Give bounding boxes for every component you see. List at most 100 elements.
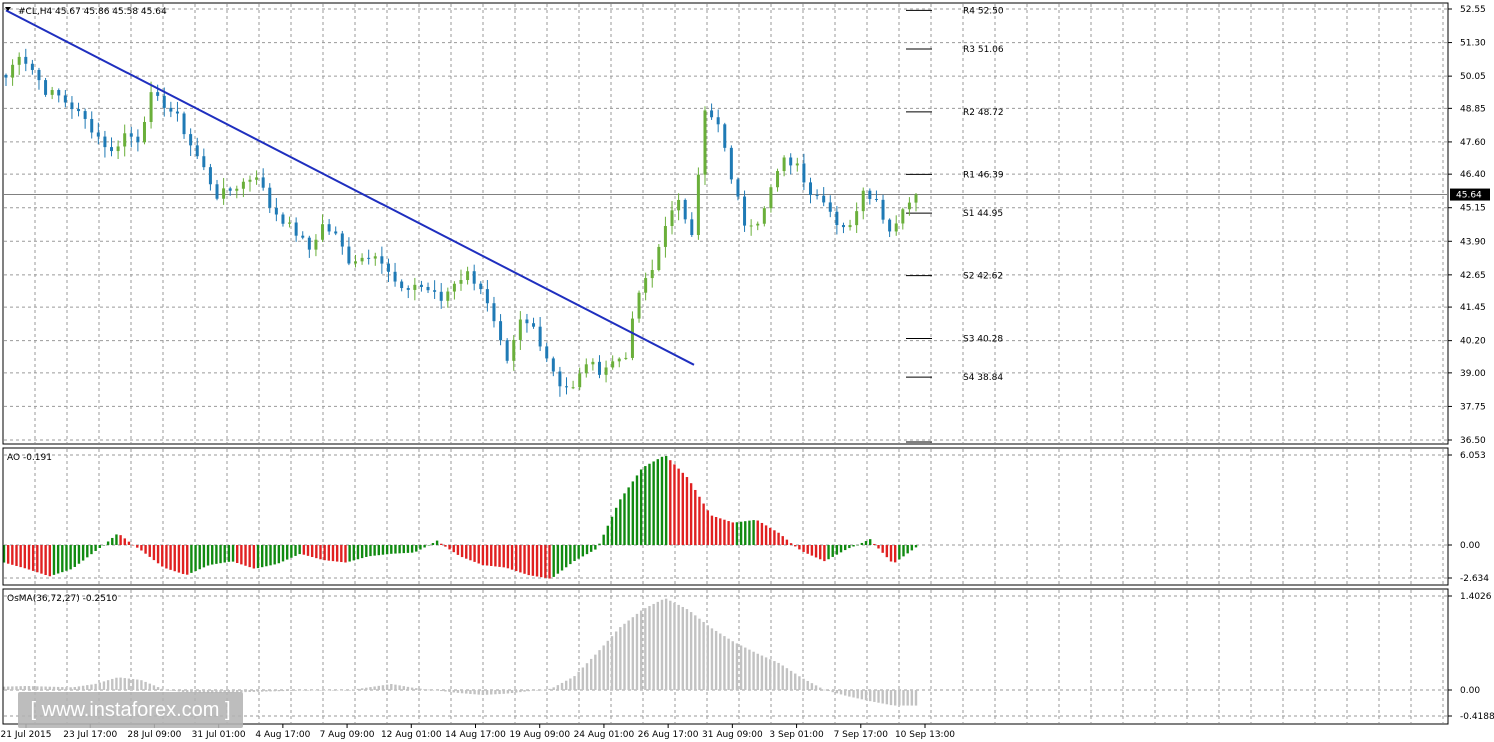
candle-body	[50, 90, 54, 95]
ao-bar	[852, 545, 855, 547]
osma-bar	[731, 641, 734, 690]
candle-body	[808, 182, 812, 196]
candle-body	[782, 157, 786, 172]
osma-bar	[290, 690, 293, 691]
candle-body	[142, 121, 146, 143]
candle-body	[288, 222, 292, 224]
osma-bar	[244, 690, 247, 693]
osma-bar	[90, 684, 93, 690]
ao-bar	[706, 510, 709, 545]
ao-bar	[685, 477, 689, 545]
panel-frames	[2, 2, 1449, 725]
ao-bar	[73, 545, 76, 567]
osma-bar	[169, 690, 172, 691]
pivot-levels: R4 52.50 R3 51.06 R2 48.72 R1 46.39 S1 44.95…	[906, 6, 1004, 443]
osma-bar	[19, 686, 22, 690]
ao-bar	[835, 545, 839, 555]
candle-body	[274, 207, 278, 215]
osma-bar	[893, 690, 897, 706]
candle-body	[795, 163, 799, 166]
osma-bar	[848, 690, 851, 697]
candle-body	[268, 187, 272, 208]
ao-bar	[119, 535, 122, 545]
candle-body	[446, 291, 450, 301]
ao-bar	[910, 545, 914, 551]
candle-body	[729, 147, 733, 180]
ao-bar	[744, 521, 747, 545]
ao-bar	[248, 545, 251, 568]
candle-body	[439, 291, 443, 301]
candle-body	[459, 280, 463, 284]
ao-bar	[306, 545, 310, 556]
ao-bar	[373, 545, 376, 556]
ao-bar	[794, 545, 797, 547]
candle-body	[228, 188, 232, 191]
candle-body	[419, 284, 423, 287]
osma-bar	[473, 690, 476, 695]
candle-body	[433, 290, 437, 292]
osma-bar	[406, 686, 410, 690]
osma-tick-label: 1.4026	[1460, 592, 1492, 602]
ao-bar	[56, 545, 60, 574]
osma-bar	[306, 690, 310, 691]
candle-body	[116, 146, 120, 152]
ao-bar	[677, 468, 680, 545]
price-label: 40.20	[1460, 337, 1486, 347]
ao-bar	[61, 545, 64, 573]
candle-body	[881, 199, 885, 220]
ao-bar	[415, 545, 418, 552]
osma-bar	[248, 690, 251, 693]
time-label: 23 Jul 17:00	[63, 730, 117, 740]
candle-body	[683, 199, 687, 220]
osma-bar	[502, 690, 505, 694]
ao-bar	[610, 516, 614, 545]
time-label: 31 Jul 01:00	[192, 730, 246, 740]
candle-body	[624, 357, 628, 359]
candle-body	[756, 223, 760, 226]
time-label: 10 Sep 13:00	[895, 730, 955, 740]
candle-body	[901, 209, 905, 224]
candle-body	[321, 224, 325, 240]
ao-bar	[769, 527, 772, 545]
ao-bar	[31, 545, 35, 571]
osma-bar	[310, 690, 314, 691]
osma-bar	[277, 690, 281, 692]
ao-bar	[652, 461, 655, 545]
osma-bar	[706, 625, 709, 690]
ao-bar	[660, 456, 664, 545]
ao-bar	[702, 503, 705, 545]
ao-bar	[773, 530, 776, 545]
pivot-label: S1 44.95	[963, 209, 1003, 219]
ao-bar	[219, 545, 222, 564]
time-label: 7 Aug 09:00	[320, 730, 375, 740]
candle-body	[169, 107, 173, 112]
candle-body	[57, 90, 61, 96]
panel-frame-2	[2, 447, 1449, 586]
candle-body	[657, 246, 661, 271]
ao-bar	[544, 545, 547, 578]
osma-bar	[515, 690, 518, 693]
ao-tick-label: 0.00	[1460, 541, 1480, 551]
ao-bar	[494, 545, 497, 567]
candle-body	[353, 261, 357, 264]
watermark: [ www.instaforex.com ]	[18, 692, 243, 728]
ao-bar	[15, 545, 18, 566]
candle-body	[518, 319, 522, 340]
candle-body	[677, 199, 681, 211]
ao-bar	[81, 545, 85, 561]
ao-bar	[348, 545, 351, 562]
ao-bar	[281, 545, 285, 562]
ao-bar	[19, 545, 22, 568]
osma-bar	[15, 686, 18, 690]
candle-body	[789, 157, 793, 166]
osma-bar	[131, 679, 135, 690]
ao-bar	[181, 545, 185, 574]
candle-body	[815, 195, 819, 197]
time-label: 14 Aug 17:00	[445, 730, 506, 740]
ao-bar	[69, 545, 72, 570]
osma-bar	[335, 690, 339, 691]
pivot-label: S3 40.28	[963, 334, 1003, 344]
candle-body	[888, 219, 892, 232]
ao-bar	[127, 541, 131, 545]
osma-bar	[744, 647, 747, 690]
